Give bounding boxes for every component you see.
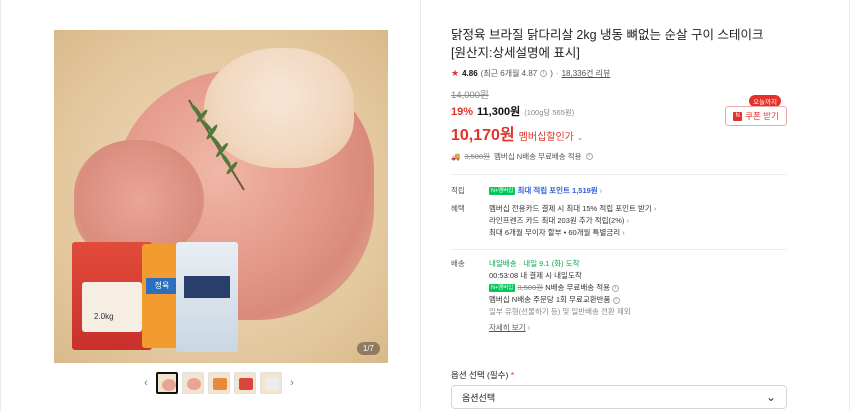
option-label: 옵션 선택 (필수) * <box>451 370 515 380</box>
benefit-item-2[interactable]: 라인프렌즈 카드 최대 203원 추가 적립(2%) › <box>489 215 787 227</box>
thumbnail-strip: ‹ › <box>140 371 298 395</box>
benefit-item-1[interactable]: 멤버십 전용카드 결제 시 최대 15% 적립 포인트 받기 › <box>489 203 787 215</box>
package-clear-label <box>184 276 230 298</box>
rating-recent: (최근 6개월 4.87 <box>480 69 538 78</box>
package-clear-bag <box>176 242 238 352</box>
member-price: 10,170원 <box>451 127 515 144</box>
rating-recent-close: ) <box>550 69 553 78</box>
package-label <box>82 282 142 332</box>
left-frame-border <box>0 0 1 411</box>
chevron-right-icon[interactable]: › <box>286 373 298 393</box>
thumbnail-4[interactable] <box>234 372 256 394</box>
delivery-detail-link[interactable]: 자세히 보기 <box>489 323 526 332</box>
product-main-image[interactable]: 2.0kg 정육 1/7 <box>54 30 388 363</box>
delivery-cutoff-text: 내 결제 시 내일도착 <box>520 271 582 280</box>
unit-price: (100g당 565원) <box>524 108 575 117</box>
delivery-original-fee: 3,500원 <box>517 283 544 292</box>
rating-score: 4.86 <box>462 69 478 78</box>
thumbnail-3[interactable] <box>208 372 230 394</box>
points-section: 적립 N+멤버십 최대 적립 포인트 1,519원 › <box>451 185 787 197</box>
original-price: 14,000원 <box>451 90 489 101</box>
package-red-bag: 2.0kg <box>72 242 152 350</box>
rosemary-sprig <box>188 99 245 191</box>
benefits-label: 혜택 <box>451 204 465 213</box>
shipping-row: 🚚 3,500원 멤버십 N배송 무료배송 적용 i <box>451 151 787 162</box>
center-frame-border <box>420 0 421 411</box>
divider <box>451 174 787 175</box>
package-weight: 2.0kg <box>94 312 114 321</box>
thumbnail-1[interactable] <box>156 372 178 394</box>
points-value[interactable]: 1,519원 <box>572 186 598 195</box>
truck-icon: 🚚 <box>451 152 461 161</box>
discount-rate: 19% <box>451 106 474 118</box>
npay-membership-badge: N+멤버십 <box>489 187 516 196</box>
rating-row: ★ 4.86 (최근 6개월 4.87 i ) · 18,336건 리뷰 <box>451 68 611 79</box>
delivery-label: 배송 <box>451 259 465 268</box>
benefit-item-3[interactable]: 최대 6개월 무이자 할부 • 60개월 특별금리 › <box>489 227 787 239</box>
coupon-label: 쿠폰 받기 <box>745 111 779 121</box>
delivery-free-text: N배송 무료배송 적용 <box>545 283 611 292</box>
product-title: 닭정육 브라질 닭다리살 2kg 냉동 뼈없는 순살 구이 스테이크 [원산지:… <box>451 26 787 62</box>
package-name-label: 정육 <box>146 278 178 294</box>
coupon-button[interactable]: N 쿠폰 받기 <box>725 106 787 126</box>
thumbnail-5[interactable] <box>260 372 282 394</box>
sale-price: 11,300원 <box>477 106 521 118</box>
delivery-return-text: 멤버십 N배송 주문당 1회 무료교환반품 <box>489 295 611 304</box>
benefits-section: 혜택 멤버십 전용카드 결제 시 최대 15% 적립 포인트 받기 › 라인프렌… <box>451 203 787 239</box>
chevron-right-icon: › <box>599 186 603 195</box>
points-label: 적립 <box>451 186 465 195</box>
delivery-arrival: 내일 9.1 (화) 도착 <box>523 259 580 268</box>
image-counter: 1/7 <box>356 342 380 355</box>
chevron-down-icon: ⌄ <box>576 133 584 142</box>
delivery-note: 일부 유형(선물하기 등) 및 일반배송 전환 제외 <box>489 307 631 316</box>
points-text: 최대 적립 포인트 <box>517 186 570 195</box>
chevron-down-icon: ⌄ <box>765 390 776 404</box>
option-select[interactable]: 옵션선택 ⌄ <box>451 385 787 409</box>
product-info-panel: 닭정육 브라질 닭다리살 2kg 냉동 뼈없는 순살 구이 스테이크 [원산지:… <box>451 26 787 334</box>
npay-membership-badge: N+멤버십 <box>489 284 516 293</box>
review-count-link[interactable]: 18,336건 리뷰 <box>562 68 611 79</box>
delivery-tag: 내일배송 <box>489 259 517 268</box>
shipping-original-fee: 3,500원 <box>464 152 491 161</box>
shipping-text: 멤버십 N배송 무료배송 적용 <box>494 152 582 161</box>
product-title-line1: 닭정육 브라질 닭다리살 2kg 냉동 뼈없는 순살 구이 스테이크 <box>451 28 764 42</box>
delivery-section: 배송 내일배송 · 내일 9.1 (화) 도착 00:53:08 내 결제 시 … <box>451 258 787 334</box>
info-icon[interactable]: i <box>612 296 620 304</box>
coupon-icon: N <box>733 111 743 121</box>
chevron-left-icon[interactable]: ‹ <box>140 373 152 393</box>
delivery-cutoff-timer: 00:53:08 <box>489 271 519 280</box>
info-icon[interactable]: i <box>612 284 620 292</box>
thumbnail-2[interactable] <box>182 372 204 394</box>
divider <box>451 249 787 250</box>
star-icon: ★ <box>451 68 460 78</box>
option-select-value: 옵션선택 <box>462 392 496 403</box>
product-title-line2: [원산지:상세설명에 표시] <box>451 46 580 60</box>
member-price-label: 멤버십할인가 ⌄ <box>518 132 584 143</box>
info-icon[interactable]: i <box>540 70 548 77</box>
info-icon[interactable]: i <box>585 153 593 160</box>
